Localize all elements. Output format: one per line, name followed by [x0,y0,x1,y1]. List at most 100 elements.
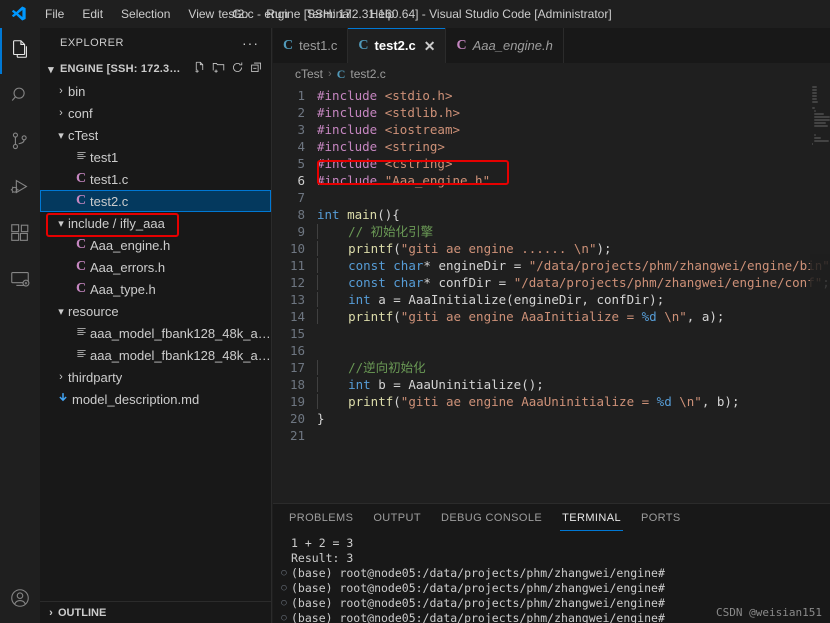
code-line[interactable]: 19 printf("giti ae engine AaaUninitializ… [273,393,830,410]
code-token: \n" [656,309,687,324]
tree-row-thirdparty[interactable]: › thirdparty [40,366,271,388]
menu-item-go[interactable]: Go [223,3,257,25]
code-text[interactable]: int main(){ [317,206,830,223]
code-text[interactable]: #include <iostream> [317,121,830,138]
code-lines[interactable]: 1 #include <stdio.h> 2 #include <stdlib.h> 3… [273,85,830,444]
activity-item-run-debug[interactable] [0,166,40,212]
code-line[interactable]: 18 int b = AaaUninitialize(); [273,376,830,393]
code-line[interactable]: 17 //逆向初始化 [273,359,830,376]
code-token: char [393,275,424,290]
code-line[interactable]: 20} [273,410,830,427]
tree-row-aaa-engine-h[interactable]: C Aaa_engine.h [40,234,271,256]
activity-item-search[interactable] [0,74,40,120]
code-text[interactable]: int a = AaaInitialize(engineDir, confDir… [317,291,830,308]
terminal-text: (base) root@node05:/data/projects/phm/zh… [291,611,665,623]
menu-item-run[interactable]: Run [257,3,297,25]
tree-row-model-description-md[interactable]: model_description.md [40,388,271,410]
menu-item-terminal[interactable]: Terminal [297,3,360,25]
code-line[interactable]: 8 int main(){ [273,206,830,223]
activity-item-remote-explorer[interactable] [0,258,40,304]
code-text[interactable]: printf("giti ae engine AaaInitialize = %… [317,308,830,325]
code-text[interactable]: printf("giti ae engine AaaUninitialize =… [317,393,830,410]
tree-row-test1[interactable]: test1 [40,146,271,168]
explorer-section-outline[interactable]: › OUTLINE [40,601,271,623]
code-line[interactable]: 4 #include <string> [273,138,830,155]
code-line[interactable]: 6 #include "Aaa_engine.h" [273,172,830,189]
tab-aaa-engine-h[interactable]: C Aaa_engine.h [446,28,564,63]
menu-bar[interactable]: File Edit Selection View Go Run Terminal… [36,3,403,25]
code-line[interactable]: 14 printf("giti ae engine AaaInitialize … [273,308,830,325]
minimap[interactable] [810,85,830,503]
breadcrumb[interactable]: cTest › C test2.c [273,63,830,85]
code-line[interactable]: 2 #include <stdlib.h> [273,104,830,121]
code-line[interactable]: 13 int a = AaaInitialize(engineDir, conf… [273,291,830,308]
terminal-text: Result: 3 [291,551,354,565]
menu-item-selection[interactable]: Selection [112,3,179,25]
panel-tab-terminal[interactable]: TERMINAL [560,506,623,531]
code-line[interactable]: 3 #include <iostream> [273,121,830,138]
code-text[interactable]: const char* confDir = "/data/projects/ph… [317,274,830,291]
tree-row-resource[interactable]: ▾ resource [40,300,271,322]
tree-row-model-jians[interactable]: aaa_model_fbank128_48k_ae_jians... [40,344,271,366]
menu-item-help[interactable]: Help [361,3,404,25]
code-text[interactable]: #include "Aaa_engine.h" [317,172,830,189]
collapse-all-icon[interactable] [250,61,263,77]
code-text[interactable]: //逆向初始化 [317,359,830,376]
tree-row-aaa-errors-h[interactable]: C Aaa_errors.h [40,256,271,278]
tree-row-model-dianji[interactable]: aaa_model_fbank128_48k_ae_dianji... [40,322,271,344]
code-text[interactable]: printf("giti ae engine ...... \n"); [317,240,830,257]
menu-item-edit[interactable]: Edit [73,3,112,25]
file-tree[interactable]: › bin › conf ▾ cTest test1 C test1.c C t… [40,80,271,601]
code-line[interactable]: 5 #include <cstring> [273,155,830,172]
refresh-icon[interactable] [231,61,244,77]
tree-row-bin[interactable]: › bin [40,80,271,102]
code-text[interactable]: #include <stdlib.h> [317,104,830,121]
code-text[interactable]: } [317,410,830,427]
panel-tab-ports[interactable]: PORTS [639,506,683,531]
activity-item-source-control[interactable] [0,120,40,166]
menu-item-file[interactable]: File [36,3,73,25]
tree-row-test2-c[interactable]: C test2.c [40,190,271,212]
new-folder-icon[interactable] [212,61,225,77]
panel-tab-problems[interactable]: PROBLEMS [287,506,355,531]
code-line[interactable]: 1 #include <stdio.h> [273,87,830,104]
tree-row-include-ifly-aaa[interactable]: ▾ include / ifly_aaa [40,212,271,234]
code-line[interactable]: 12 const char* confDir = "/data/projects… [273,274,830,291]
tree-row-ctest[interactable]: ▾ cTest [40,124,271,146]
line-number: 12 [289,275,305,290]
code-line[interactable]: 9 // 初始化引擎 [273,223,830,240]
code-line[interactable]: 15 [273,325,830,342]
breadcrumb-folder[interactable]: cTest [295,67,323,81]
code-editor[interactable]: 1 #include <stdio.h> 2 #include <stdlib.h> 3… [273,85,830,503]
activity-item-accounts[interactable] [0,577,40,623]
code-text[interactable]: #include <cstring> [317,155,830,172]
explorer-more-actions-icon[interactable]: ··· [242,35,263,51]
code-text[interactable]: const char* engineDir = "/data/projects/… [317,257,830,274]
code-line[interactable]: 21 [273,427,830,444]
tree-row-test1-c[interactable]: C test1.c [40,168,271,190]
tab-test1-c[interactable]: C test1.c [273,28,349,63]
panel-tab-debug-console[interactable]: DEBUG CONSOLE [439,506,544,531]
code-line[interactable]: 16 [273,342,830,359]
close-icon[interactable]: ✕ [424,39,436,53]
code-text[interactable]: // 初始化引擎 [317,223,830,240]
breadcrumb-file[interactable]: test2.c [350,67,385,81]
tab-test2-c[interactable]: C test2.c ✕ [348,28,447,63]
code-text[interactable]: #include <stdio.h> [317,87,830,104]
explorer-section-engine[interactable]: ▾ ENGINE [SSH: 172.31.16... [40,58,271,80]
code-line[interactable]: 11 const char* engineDir = "/data/projec… [273,257,830,274]
tree-row-conf[interactable]: › conf [40,102,271,124]
text-file-icon [72,150,90,164]
code-text[interactable]: #include <string> [317,138,830,155]
activity-item-explorer[interactable] [0,28,40,74]
code-line[interactable]: 10 printf("giti ae engine ...... \n"); [273,240,830,257]
activity-item-extensions[interactable] [0,212,40,258]
menu-item-view[interactable]: View [179,3,223,25]
new-file-icon[interactable] [193,61,206,77]
panel-tab-output[interactable]: OUTPUT [371,506,423,531]
tree-row-aaa-type-h[interactable]: C Aaa_type.h [40,278,271,300]
code-text[interactable]: int b = AaaUninitialize(); [317,376,830,393]
c-file-icon: C [75,171,87,186]
code-line[interactable]: 7 [273,189,830,206]
